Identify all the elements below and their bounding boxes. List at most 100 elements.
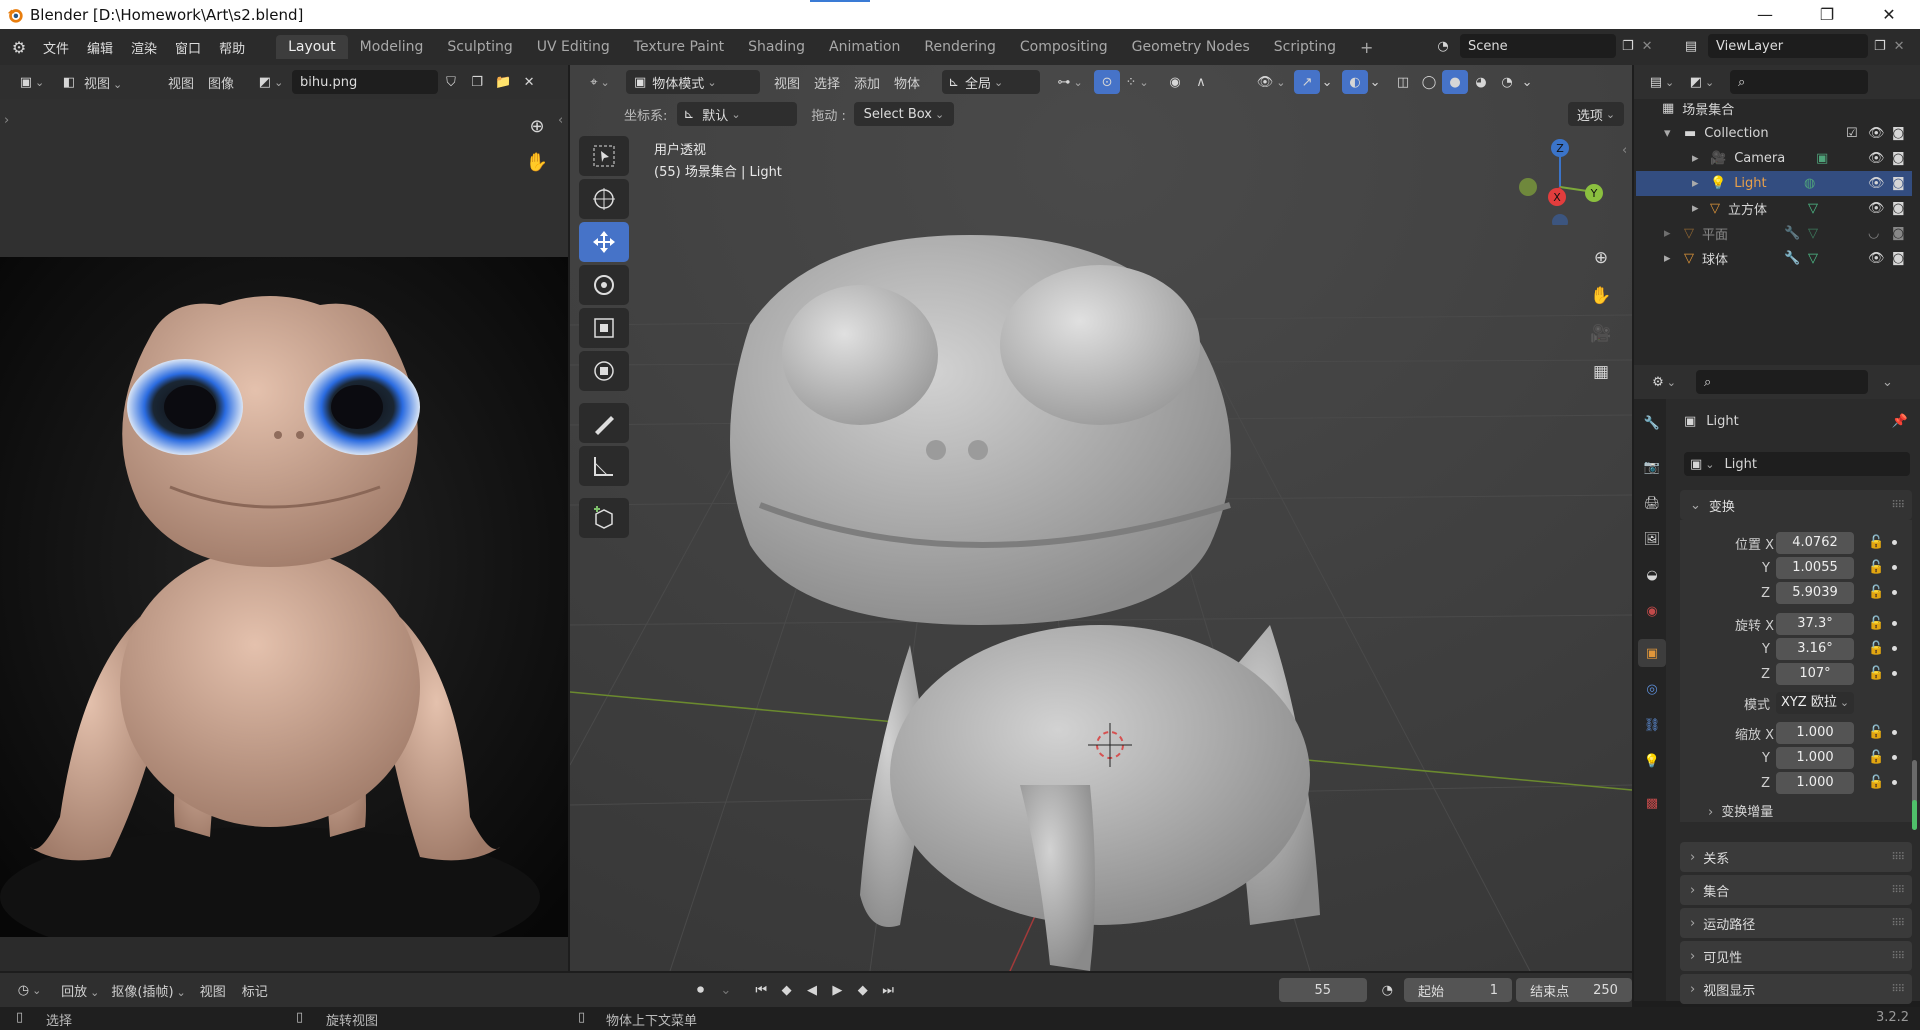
render-tab-icon[interactable]: 📷 [1638, 453, 1666, 481]
render-camera-icon[interactable]: ◙ [1892, 151, 1905, 166]
keyframe-dot-icon[interactable] [1892, 646, 1897, 651]
rotation-y-field[interactable]: 3.16° [1776, 638, 1854, 660]
proportional-edit-icon[interactable]: ◉ [1162, 70, 1188, 94]
outliner-item-sphere[interactable]: ▸ ▽ 球体 🔧 ▽ 👁 ◙ [1636, 246, 1912, 271]
menu-render[interactable]: 渲染 [122, 38, 166, 57]
lock-icon[interactable]: 🔓 [1868, 641, 1884, 657]
minimize-button[interactable]: — [1742, 0, 1788, 29]
maximize-button[interactable]: ❐ [1804, 0, 1850, 29]
delete-viewlayer-icon[interactable]: ✕ [1894, 39, 1905, 54]
grip-icon[interactable]: ⠿⠿ [1891, 500, 1905, 511]
grip-icon[interactable]: ⠿⠿ [1891, 984, 1905, 995]
eye-icon[interactable]: 👁 [1868, 126, 1885, 141]
location-y-field[interactable]: 1.0055 [1776, 557, 1854, 579]
solid-shading-icon[interactable]: ● [1442, 70, 1469, 94]
add-cube-tool-icon[interactable] [579, 498, 629, 538]
lock-icon[interactable]: 🔓 [1868, 775, 1884, 791]
toolbar-toggle-icon[interactable]: ‹ [558, 113, 563, 128]
viewlayer-field[interactable]: ViewLayer [1708, 34, 1868, 58]
viewport-display-panel-header[interactable]: › 视图显示 ⠿⠿ [1680, 974, 1912, 1004]
timeline-editor-type-icon[interactable]: ◷ [12, 978, 47, 1002]
image-name-field[interactable]: bihu.png [292, 70, 439, 94]
tab-modeling[interactable]: Modeling [348, 35, 436, 59]
prev-keyframe-icon[interactable]: ◆ [774, 978, 799, 1002]
menu-object[interactable]: 物体 [894, 73, 920, 92]
lock-icon[interactable]: 🔓 [1868, 750, 1884, 766]
viewport-pan-icon[interactable]: ✋ [1586, 281, 1616, 311]
expand-icon[interactable]: ▸ [1692, 176, 1706, 191]
tab-uv-editing[interactable]: UV Editing [525, 35, 622, 59]
measure-tool-icon[interactable] [579, 446, 629, 486]
outliner-item-plane[interactable]: ▸ ▽ 平面 🔧 ▽ ◡ ◙ [1636, 221, 1912, 246]
collections-panel-header[interactable]: › 集合 ⠿⠿ [1680, 875, 1912, 905]
menu-select[interactable]: 选择 [814, 73, 840, 92]
open-image-icon[interactable]: 📁 [490, 70, 516, 94]
tool-tab-icon[interactable]: 🔧 [1638, 409, 1666, 437]
navigation-gizmo[interactable]: Z Y X [1510, 135, 1610, 225]
end-frame-field[interactable]: 结束点 250 [1516, 978, 1632, 1002]
keying-menu[interactable]: 抠像(插帧) [111, 981, 185, 1000]
relations-panel-header[interactable]: › 关系 ⠿⠿ [1680, 842, 1912, 872]
play-reverse-icon[interactable]: ◀ [799, 978, 824, 1002]
keyframe-dot-icon[interactable] [1892, 755, 1897, 760]
properties-editor-type-icon[interactable]: ⚙ [1646, 370, 1682, 394]
outliner-search-field[interactable]: ⌕ [1730, 70, 1868, 94]
render-camera-icon[interactable]: ◙ [1892, 176, 1905, 191]
transform-orientation-dropdown[interactable]: ⊾ 全局 [942, 70, 1041, 94]
3d-viewport[interactable]: ⌖ ▣ 物体模式 视图 选择 添加 物体 ⊾ 全局 ⊶ ⊙ ⁘ ◉ ∧ 👁 ↗ … [570, 65, 1632, 971]
options-dropdown[interactable]: 选项 [1568, 102, 1624, 126]
eye-icon[interactable]: 👁 [1868, 176, 1885, 191]
grip-icon[interactable]: ⠿⠿ [1891, 951, 1905, 962]
object-datablock-field[interactable]: ▣ Light [1684, 452, 1910, 476]
lock-icon[interactable]: 🔓 [1868, 666, 1884, 682]
menu-file[interactable]: 文件 [34, 38, 78, 57]
outliner-item-cube[interactable]: ▸ ▽ 立方体 ▽ 👁 ◙ [1636, 196, 1912, 221]
outliner-item-collection[interactable]: ▾ ▬ Collection ☑ 👁 ◙ [1636, 121, 1912, 146]
keyframe-dot-icon[interactable] [1892, 590, 1897, 595]
keyframe-dot-icon[interactable] [1892, 671, 1897, 676]
jump-end-icon[interactable]: ⏭ [875, 978, 900, 1002]
tab-animation[interactable]: Animation [817, 35, 912, 59]
render-camera-icon[interactable]: ◙ [1892, 201, 1905, 216]
transform-tool-icon[interactable] [579, 351, 629, 391]
gizmo-dropdown-icon[interactable]: ⌄ [1320, 70, 1334, 94]
menu-help[interactable]: 帮助 [210, 38, 254, 57]
display-mode-icon[interactable]: ◩ [1684, 70, 1720, 94]
snap-target-icon[interactable]: ⁘ [1120, 70, 1154, 94]
expand-icon[interactable]: ▾ [1664, 126, 1678, 141]
viewport-editor-type-icon[interactable]: ⌖ [582, 70, 618, 94]
tab-scripting[interactable]: Scripting [1262, 35, 1348, 59]
keyframe-dot-icon[interactable] [1892, 780, 1897, 785]
preview-range-icon[interactable]: ◔ [1375, 978, 1400, 1002]
output-tab-icon[interactable]: 🖨 [1638, 489, 1666, 517]
tab-layout[interactable]: Layout [276, 35, 348, 59]
menu-image-view[interactable]: 视图 [168, 73, 194, 92]
pan-hand-icon[interactable]: ✋ [522, 147, 552, 177]
light-data-tab-icon[interactable]: 💡 [1638, 747, 1666, 775]
tab-rendering[interactable]: Rendering [912, 35, 1008, 59]
image-browse-icon[interactable]: ◩ [254, 70, 288, 94]
ortho-toggle-icon[interactable]: ▦ [1586, 357, 1616, 387]
menu-edit[interactable]: 编辑 [78, 38, 122, 57]
falloff-icon[interactable]: ∧ [1188, 70, 1214, 94]
delta-transform-subpanel[interactable]: › 变换增量 [1708, 801, 1773, 820]
keyframe-dot-icon[interactable] [1892, 565, 1897, 570]
overlay-toggle-icon[interactable]: ◐ [1342, 70, 1369, 94]
render-camera-icon[interactable]: ◙ [1892, 126, 1905, 141]
texture-tab-icon[interactable]: ▩ [1638, 789, 1666, 817]
rotation-x-field[interactable]: 37.3° [1776, 613, 1854, 635]
world-tab-icon[interactable]: ◉ [1638, 597, 1666, 625]
rotate-tool-icon[interactable] [579, 265, 629, 305]
current-frame-field[interactable]: 55 [1278, 978, 1367, 1002]
motion-paths-panel-header[interactable]: › 运动路径 ⠿⠿ [1680, 908, 1912, 938]
expand-icon[interactable]: ▸ [1664, 226, 1678, 241]
move-tool-icon[interactable] [579, 222, 629, 262]
wireframe-shading-icon[interactable]: ◯ [1416, 70, 1442, 94]
material-shading-icon[interactable]: ◕ [1468, 70, 1494, 94]
outliner-scene-collection[interactable]: ▦ 场景集合 [1636, 96, 1912, 121]
outliner-item-camera[interactable]: ▸ 🎥 Camera ▣ 👁 ◙ [1636, 146, 1912, 171]
expand-icon[interactable]: ▸ [1664, 251, 1678, 266]
auto-key-dropdown-icon[interactable]: ⌄ [713, 978, 738, 1002]
add-workspace-button[interactable]: + [1348, 34, 1385, 61]
new-scene-icon[interactable]: ❐ [1622, 39, 1634, 54]
